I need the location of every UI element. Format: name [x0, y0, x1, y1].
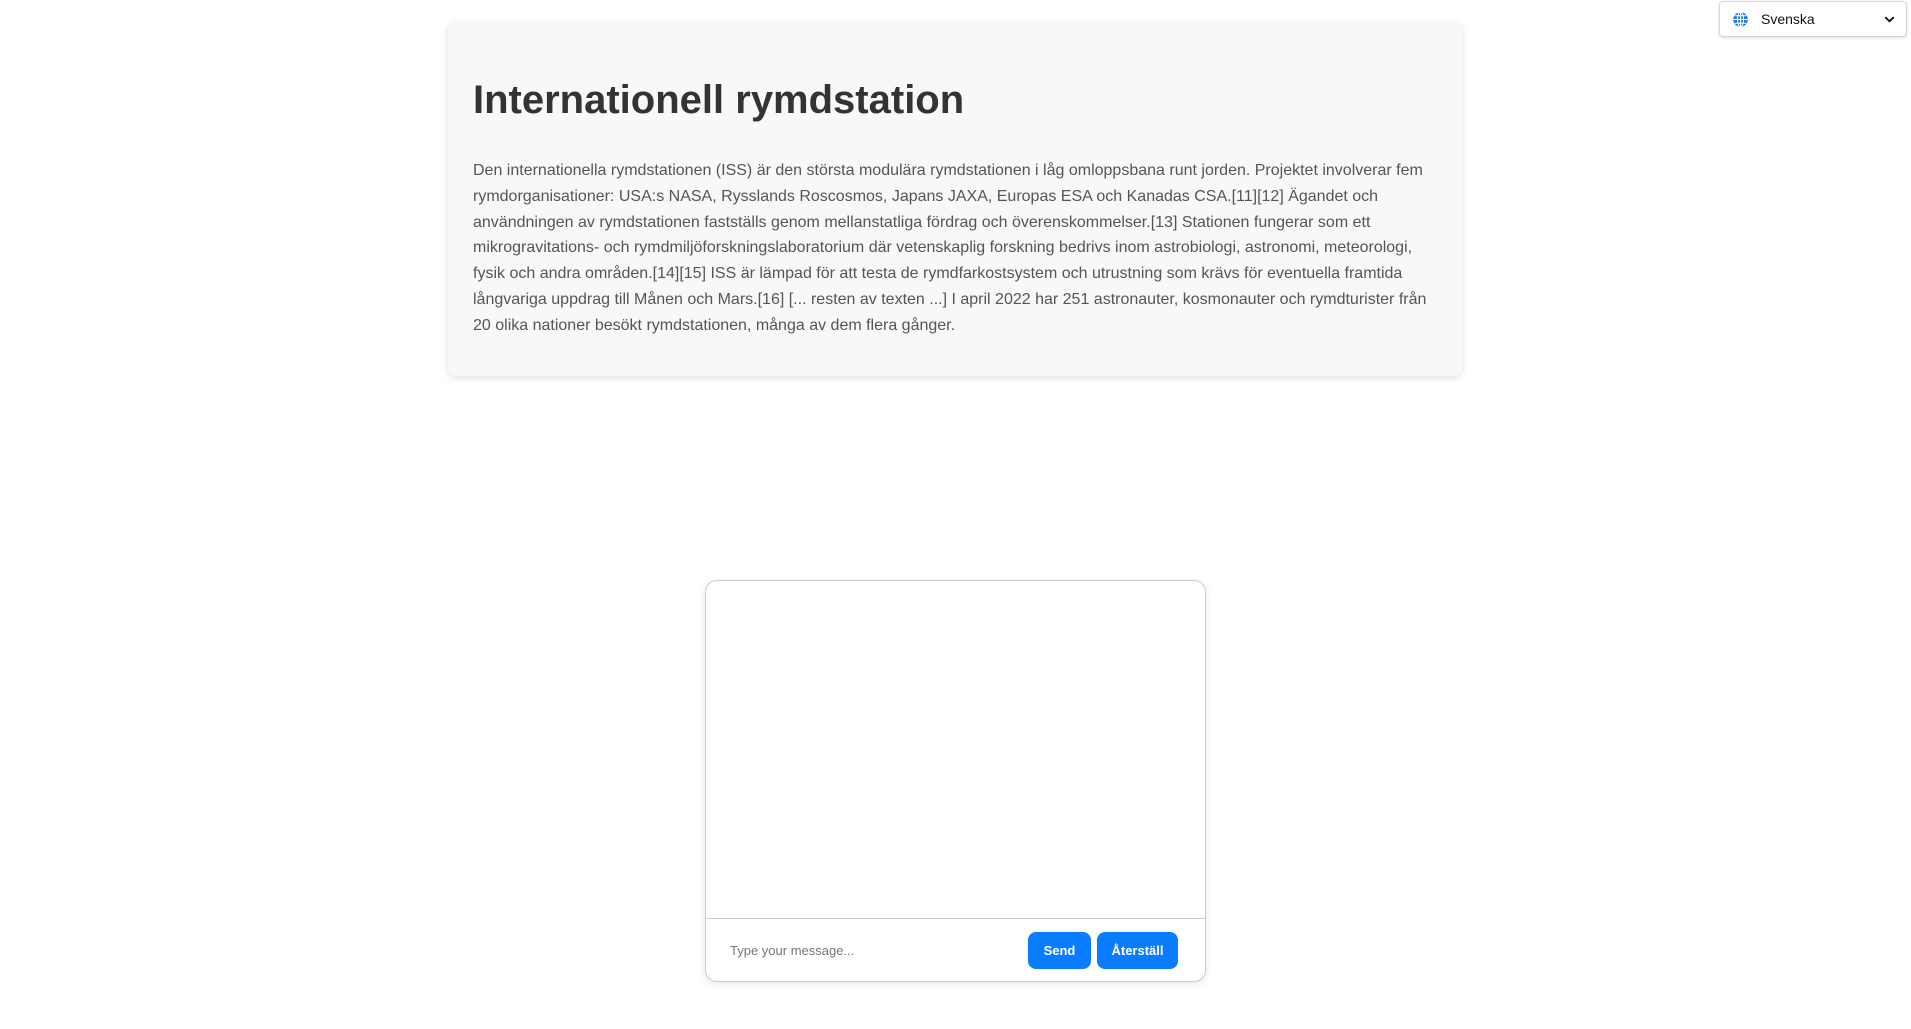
chat-widget: Send Återställ	[705, 580, 1206, 982]
article-card: Internationell rymdstation Den internati…	[448, 22, 1462, 376]
chevron-down-icon	[1883, 13, 1895, 25]
send-button[interactable]: Send	[1028, 931, 1091, 969]
reset-button[interactable]: Återställ	[1097, 931, 1178, 969]
chat-input-row: Send Återställ	[706, 919, 1205, 981]
globe-icon	[1731, 10, 1749, 28]
language-selector[interactable]: Svenska	[1719, 1, 1907, 37]
chat-messages-area[interactable]	[706, 581, 1205, 919]
message-input[interactable]	[720, 932, 1010, 968]
article-body: Den internationella rymdstationen (ISS) …	[473, 162, 1427, 334]
article-title: Internationell rymdstation	[473, 78, 965, 122]
language-selector-label: Svenska	[1761, 11, 1815, 27]
